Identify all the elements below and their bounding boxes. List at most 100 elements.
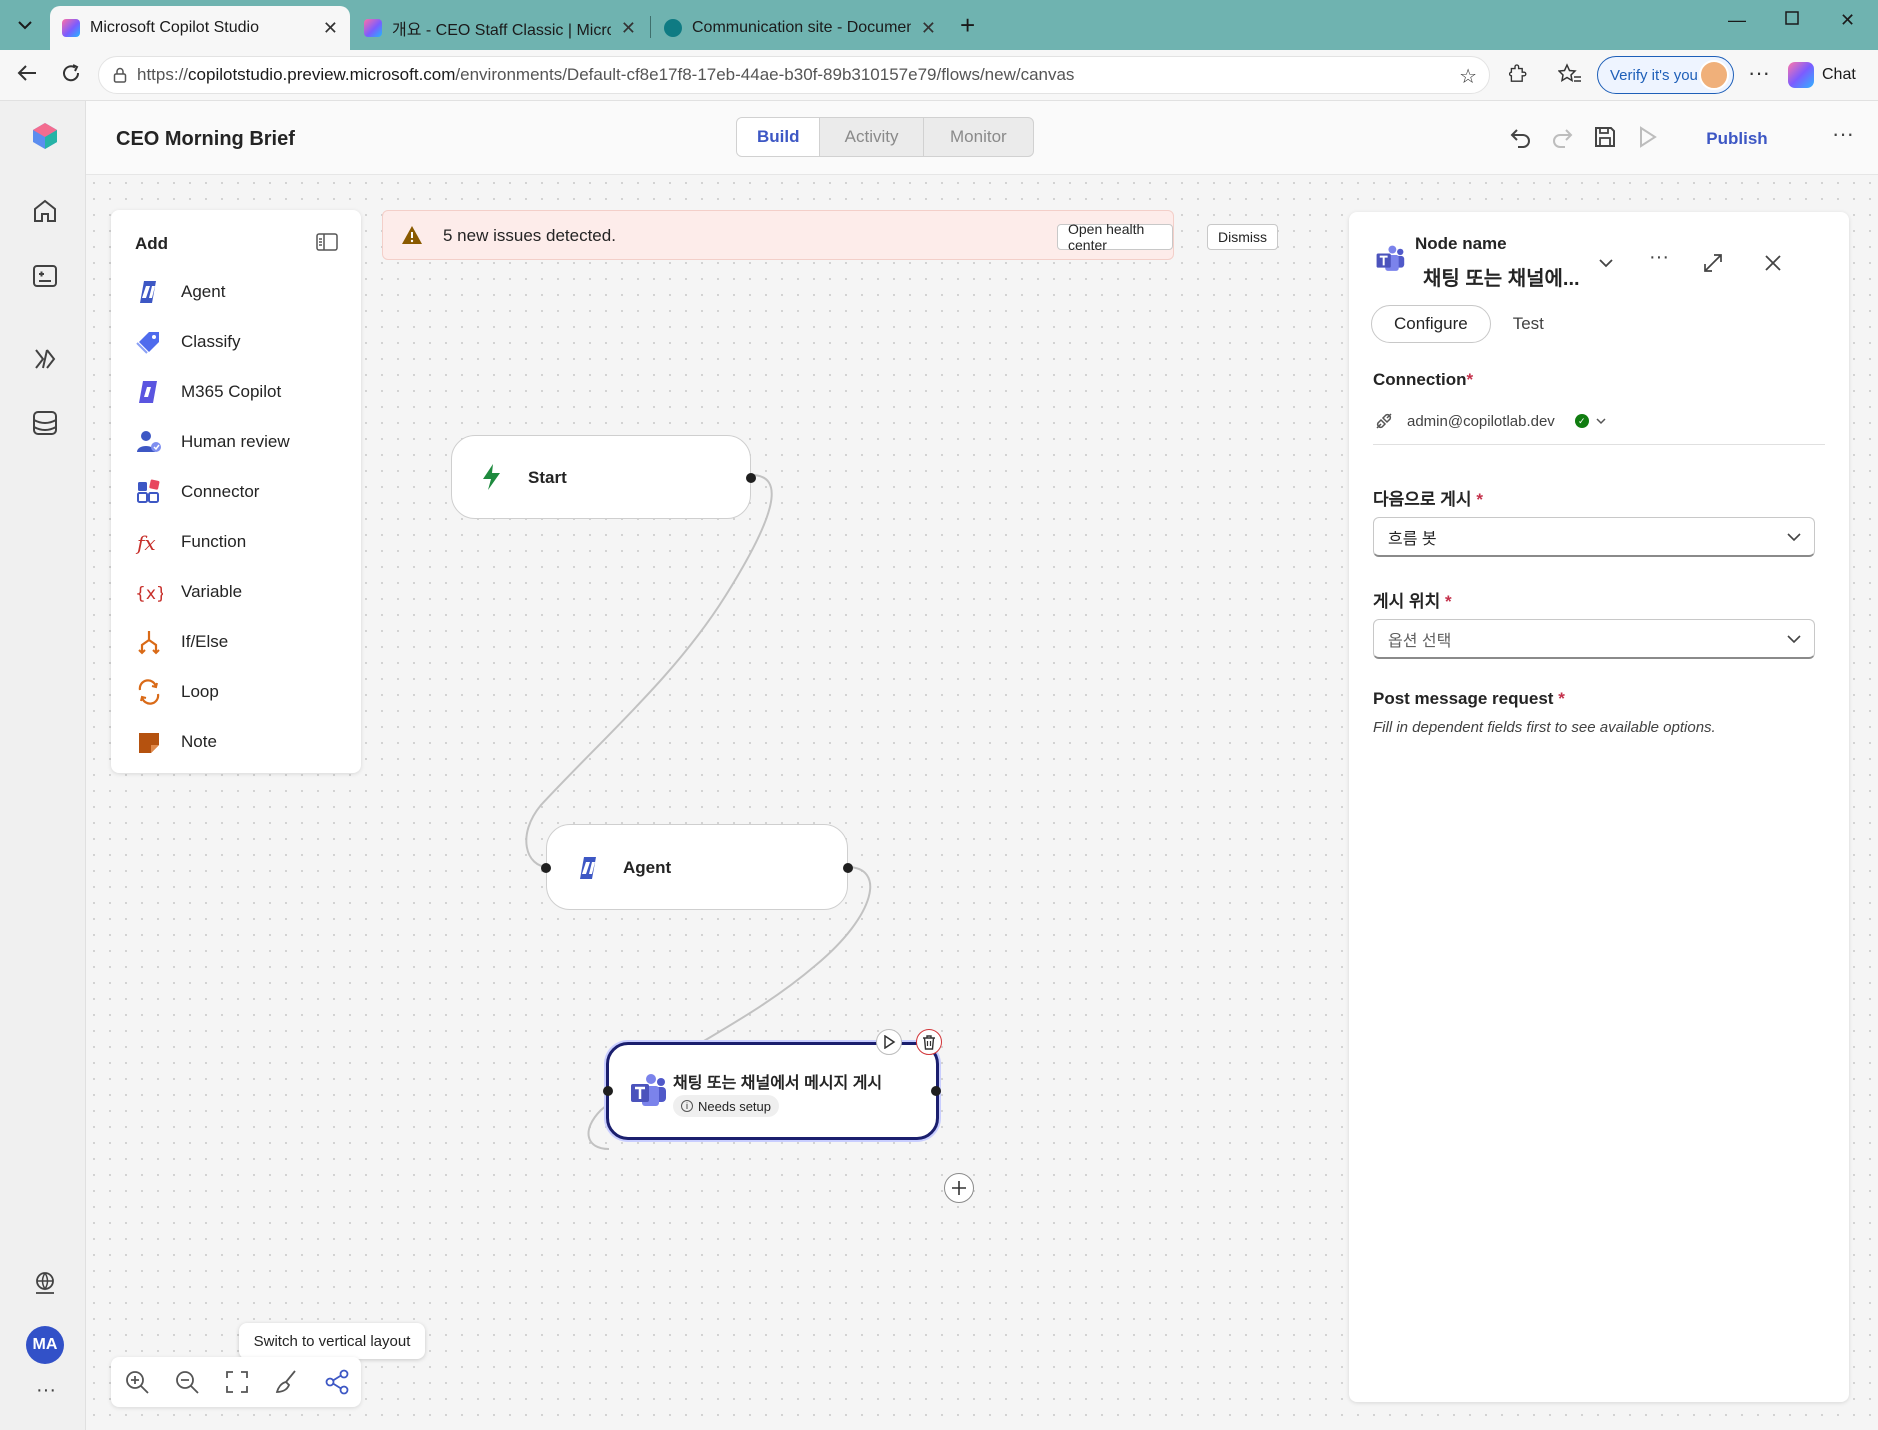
favorite-star-icon[interactable]: ☆ — [1459, 64, 1477, 89]
node-name-caption: Node name — [1415, 234, 1507, 253]
flow-canvas[interactable]: Add Agent Classify M365 Copilot Human re… — [86, 175, 1878, 1430]
node-name-value[interactable]: 채팅 또는 채널에... — [1423, 262, 1580, 291]
agent-output-port[interactable] — [843, 863, 853, 873]
close-icon[interactable]: ✕ — [921, 18, 936, 39]
close-icon[interactable]: ✕ — [323, 18, 338, 39]
new-tab-plus-icon[interactable]: + — [960, 10, 975, 41]
add-item-classify[interactable]: Classify — [135, 322, 335, 362]
add-item-loop[interactable]: Loop — [135, 672, 335, 712]
url-input[interactable]: https://copilotstudio.preview.microsoft.… — [98, 56, 1490, 94]
divider — [1373, 444, 1825, 445]
tab-build[interactable]: Build — [737, 118, 821, 156]
collapse-panel-icon[interactable] — [316, 232, 338, 252]
environment-globe-icon[interactable] — [30, 1268, 60, 1298]
open-health-center-button[interactable]: Open health center — [1057, 221, 1173, 253]
app-top-bar: CEO Morning Brief Build Activity Monitor… — [86, 101, 1878, 175]
edge-start-to-agent — [525, 474, 773, 868]
add-node-panel: Add Agent Classify M365 Copilot Human re… — [111, 210, 361, 773]
favorites-icon[interactable] — [1557, 63, 1582, 87]
agent-input-port[interactable] — [541, 863, 551, 873]
panel-tabs: Configure Test — [1371, 305, 1566, 343]
close-icon[interactable] — [1762, 252, 1784, 274]
panel-more-icon[interactable]: ··· — [1649, 246, 1671, 268]
minimize-icon[interactable]: — — [1728, 10, 1746, 31]
vertical-layout-icon[interactable] — [323, 1368, 351, 1396]
play-icon[interactable] — [1634, 124, 1660, 150]
add-item-if-else[interactable]: If/Else — [135, 622, 335, 662]
add-item-m365-copilot[interactable]: M365 Copilot — [135, 372, 335, 412]
add-item-note[interactable]: Note — [135, 722, 335, 762]
m365-copilot-icon — [139, 381, 157, 403]
post-message-input-port[interactable] — [603, 1086, 613, 1096]
needs-setup-text: Needs setup — [698, 1098, 771, 1114]
rail-more-icon[interactable]: ··· — [36, 1379, 56, 1402]
extensions-icon[interactable] — [1508, 63, 1532, 87]
expand-icon[interactable] — [1702, 252, 1724, 274]
copilot-icon — [1788, 62, 1814, 88]
more-options-icon[interactable]: ··· — [1832, 121, 1854, 147]
left-rail: MA ··· — [0, 101, 86, 1430]
run-node-button[interactable] — [876, 1029, 902, 1055]
tab-title: 개요 - CEO Staff Classic | Microsoft — [392, 22, 611, 39]
add-item-connector[interactable]: Connector — [135, 472, 335, 512]
tab-monitor[interactable]: Monitor — [924, 118, 1033, 156]
copilot-chat-button[interactable]: Chat — [1788, 58, 1856, 92]
post-message-output-port[interactable] — [931, 1086, 941, 1096]
add-item-label: Connector — [181, 482, 260, 501]
browser-more-icon[interactable]: ··· — [1748, 60, 1770, 86]
browser-tab-communication-site[interactable]: Communication site - Documents ✕ — [652, 6, 948, 50]
connection-value: admin@copilotlab.dev — [1407, 412, 1555, 430]
flows-icon[interactable] — [30, 344, 60, 374]
tab-configure[interactable]: Configure — [1371, 305, 1491, 343]
create-agent-icon[interactable] — [30, 261, 60, 291]
post-in-dropdown[interactable]: 옵션 선택 — [1373, 619, 1815, 659]
tab-activity[interactable]: Activity — [820, 118, 924, 156]
add-next-node-button[interactable] — [944, 1173, 974, 1203]
agent-node[interactable]: Agent — [541, 824, 853, 910]
chevron-down-icon — [18, 21, 32, 30]
copilot-studio-app: MA ··· CEO Morning Brief Build Activity … — [0, 100, 1878, 1430]
browser-tab-copilot-studio[interactable]: Microsoft Copilot Studio ✕ — [50, 6, 350, 50]
add-item-agent[interactable]: Agent — [135, 272, 335, 312]
tidy-brush-icon[interactable] — [273, 1368, 301, 1396]
redo-icon[interactable] — [1549, 124, 1575, 150]
browser-tab-ceo-staff[interactable]: 개요 - CEO Staff Classic | Microsoft ✕ — [352, 6, 648, 50]
start-output-port[interactable] — [746, 473, 756, 483]
tab-actions-menu[interactable] — [6, 8, 44, 42]
publish-button[interactable]: Publish — [1687, 123, 1787, 155]
save-icon[interactable] — [1592, 124, 1618, 150]
post-message-request-label: Post message request * — [1373, 689, 1565, 708]
loop-icon — [138, 679, 160, 705]
connection-selector[interactable]: admin@copilotlab.dev ✓ — [1373, 406, 1607, 436]
add-item-variable[interactable]: {x} Variable — [135, 572, 335, 612]
start-node[interactable]: Start — [451, 435, 756, 519]
maximize-icon[interactable] — [1784, 10, 1800, 31]
dismiss-button[interactable]: Dismiss — [1207, 224, 1278, 250]
close-icon[interactable]: ✕ — [621, 18, 636, 39]
copilot-studio-logo-icon[interactable] — [30, 121, 60, 151]
post-as-label: 다음으로 게시 * — [1373, 490, 1483, 509]
post-message-node[interactable]: 채팅 또는 채널에서 메시지 게시 i Needs setup — [603, 1042, 941, 1140]
refresh-icon[interactable] — [60, 62, 82, 90]
post-as-dropdown[interactable]: 흐름 봇 — [1373, 517, 1815, 557]
add-item-human-review[interactable]: Human review — [135, 422, 335, 462]
verify-identity-button[interactable]: Verify it's you — [1597, 56, 1734, 94]
request-hint-text: Fill in dependent fields first to see av… — [1373, 719, 1716, 736]
user-avatar[interactable]: MA — [26, 1326, 64, 1364]
info-icon: i — [681, 1100, 693, 1112]
home-icon[interactable] — [30, 196, 60, 226]
chevron-down-icon[interactable] — [1595, 252, 1617, 274]
verify-label: Verify it's you — [1610, 66, 1698, 84]
add-item-label: Loop — [181, 682, 219, 701]
window-close-icon[interactable]: ✕ — [1840, 10, 1855, 31]
tab-test[interactable]: Test — [1491, 305, 1566, 343]
undo-icon[interactable] — [1508, 124, 1534, 150]
url-path: /environments/Default-cf8e17f8-17eb-44ae… — [455, 65, 1075, 84]
add-item-function[interactable]: fx Function — [135, 522, 335, 562]
zoom-in-icon[interactable] — [123, 1368, 151, 1396]
zoom-out-icon[interactable] — [173, 1368, 201, 1396]
delete-node-button[interactable] — [916, 1029, 942, 1055]
fit-to-screen-icon[interactable] — [223, 1368, 251, 1396]
library-icon[interactable] — [30, 408, 60, 438]
back-arrow-icon[interactable] — [16, 62, 38, 90]
